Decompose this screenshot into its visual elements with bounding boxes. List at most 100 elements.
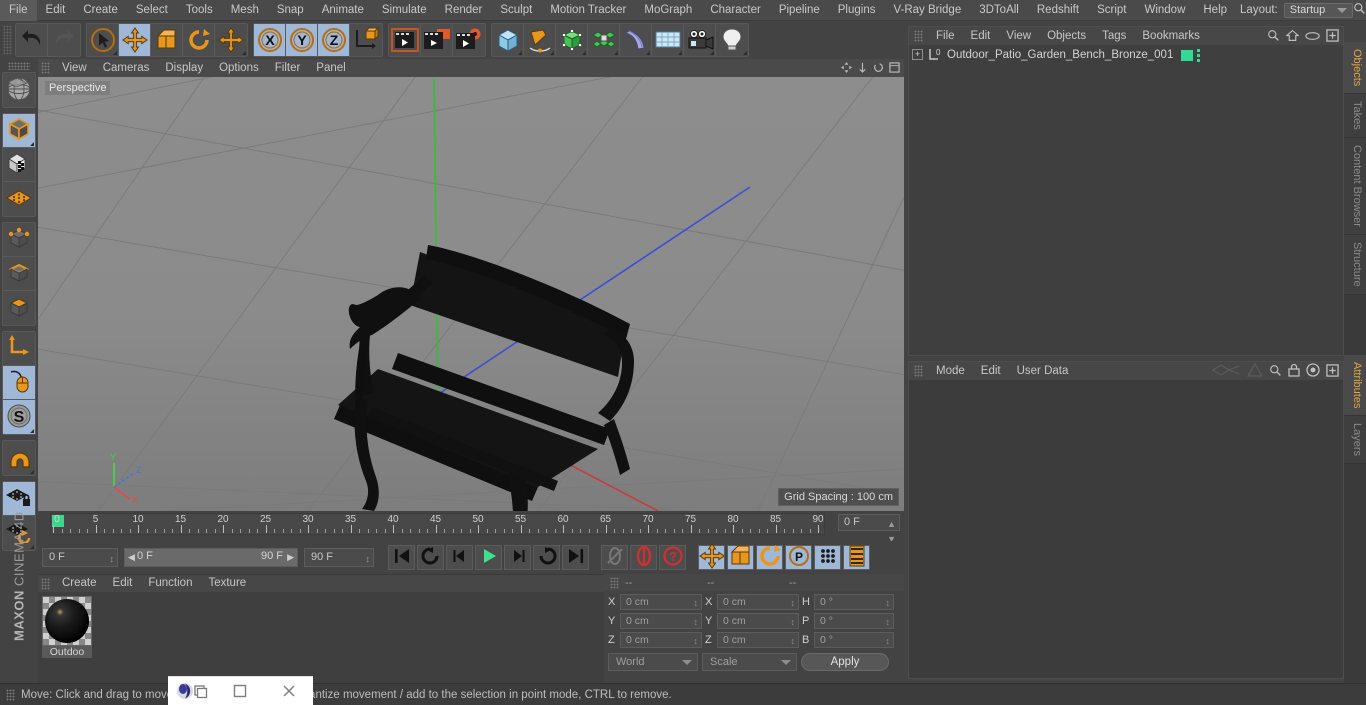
magnet-tool-button[interactable] <box>3 441 35 475</box>
move-tool[interactable] <box>119 24 151 56</box>
menu-item-mesh[interactable]: Mesh <box>222 0 268 21</box>
add-camera-button[interactable] <box>684 24 716 56</box>
object-menu-edit[interactable]: Edit <box>963 27 999 45</box>
material-menu-grip[interactable] <box>41 577 50 590</box>
menu-item-render[interactable]: Render <box>436 0 492 21</box>
play-button[interactable] <box>475 544 502 570</box>
material-list[interactable]: Outdoo <box>38 592 604 685</box>
material-thumbnail[interactable] <box>42 596 92 646</box>
add-light-button[interactable] <box>716 24 748 56</box>
object-menu-file[interactable]: File <box>928 27 963 45</box>
lock-z-axis-button[interactable]: Z <box>318 24 350 56</box>
object-tree[interactable]: + 0 Outdoor_Patio_Garden_Bench_Bronze_00… <box>909 45 1343 64</box>
stepper-icon[interactable]: ↕ <box>110 551 115 568</box>
menu-item-snap[interactable]: Snap <box>268 0 313 21</box>
expand-corner-icon[interactable] <box>646 51 650 55</box>
search-icon[interactable] <box>1353 2 1366 18</box>
tab-attributes[interactable]: Attributes <box>1344 354 1366 417</box>
viewport-menu-filter[interactable]: Filter <box>267 59 309 77</box>
eye-icon[interactable] <box>1305 31 1320 44</box>
coordinates-grip[interactable] <box>610 576 619 589</box>
viewport-menu-grip[interactable] <box>41 62 50 74</box>
target-icon[interactable] <box>1306 363 1320 380</box>
stepper-icon[interactable]: ↕ <box>694 596 699 610</box>
next-frame-button[interactable] <box>504 544 531 570</box>
expand-corner-icon[interactable] <box>550 51 554 55</box>
render-view-button[interactable] <box>389 24 421 56</box>
add-spline-button[interactable] <box>524 24 556 56</box>
menu-item-v-ray-bridge[interactable]: V-Ray Bridge <box>884 0 970 21</box>
material-tag-icon[interactable] <box>1181 50 1193 61</box>
object-axis-button[interactable] <box>3 332 35 366</box>
menu-item-create[interactable]: Create <box>74 0 127 21</box>
triangle-icon[interactable] <box>1246 362 1264 380</box>
key-parameter-button[interactable]: P <box>785 544 812 570</box>
tab-layers[interactable]: Layers <box>1344 416 1366 465</box>
expand-corner-icon[interactable] <box>614 51 618 55</box>
search-icon[interactable] <box>1267 29 1280 45</box>
plus-box-icon[interactable] <box>1326 363 1339 380</box>
stepper-icon[interactable]: ↕ <box>791 615 796 629</box>
stepper-icon[interactable]: ↕ <box>694 634 699 648</box>
previous-frame-button[interactable] <box>446 544 473 570</box>
auto-keyframing-button[interactable]: ? <box>659 544 686 570</box>
maximize-view-icon[interactable] <box>889 62 900 76</box>
object-menu-objects[interactable]: Objects <box>1039 27 1094 45</box>
material-menu-function[interactable]: Function <box>140 575 200 592</box>
live-selection-tool[interactable] <box>87 24 119 56</box>
points-mode-button[interactable] <box>3 223 35 257</box>
stepper-icon[interactable]: ↕ <box>791 596 796 610</box>
size-field[interactable]: 0 cm ↕ <box>717 632 799 648</box>
object-menu-tags[interactable]: Tags <box>1094 27 1134 45</box>
menu-item-mograph[interactable]: MoGraph <box>635 0 701 21</box>
tab-objects[interactable]: Objects <box>1344 42 1366 95</box>
rotation-field[interactable]: 0 ° ↕ <box>814 613 894 629</box>
status-bar-grip[interactable] <box>6 688 15 701</box>
stepper-icon[interactable]: ↕ <box>886 615 891 629</box>
coordinate-system-select[interactable]: World <box>608 653 698 671</box>
expand-corner-icon[interactable] <box>30 429 34 433</box>
menu-item-simulate[interactable]: Simulate <box>373 0 436 21</box>
rotate-tool[interactable] <box>183 24 215 56</box>
menu-item-edit[interactable]: Edit <box>37 0 75 21</box>
undo-button[interactable] <box>16 24 48 56</box>
add-scene-environment-button[interactable] <box>652 24 684 56</box>
material-menu-texture[interactable]: Texture <box>200 575 254 592</box>
attribute-manager-grip[interactable] <box>914 365 923 377</box>
material-menu-edit[interactable]: Edit <box>105 575 141 592</box>
layout-select[interactable]: Startup <box>1283 2 1353 18</box>
position-field[interactable]: 0 cm ↕ <box>620 613 702 629</box>
size-field[interactable]: 0 cm ↕ <box>717 594 799 610</box>
object-tree-row[interactable]: + 0 Outdoor_Patio_Garden_Bench_Bronze_00… <box>909 45 1343 64</box>
visibility-dots-icon[interactable] <box>1197 49 1200 62</box>
menu-item-redshift[interactable]: Redshift <box>1028 0 1088 21</box>
menu-item-plugins[interactable]: Plugins <box>829 0 885 21</box>
rotate-view-icon[interactable] <box>873 62 884 76</box>
start-frame-field[interactable]: 0 F ↕ <box>42 547 118 568</box>
perspective-viewport[interactable]: Perspective Grid Spacing : 100 cm Y X Z <box>38 77 904 511</box>
stepper-icon[interactable]: ↕ <box>791 634 796 648</box>
stepper-icon[interactable]: ↕ <box>886 634 891 648</box>
end-frame-field[interactable]: 90 F ↕ <box>304 547 374 567</box>
expand-corner-icon[interactable] <box>743 51 747 55</box>
preview-range-bar[interactable]: ◀ 0 F 90 F ▶ <box>124 547 298 567</box>
tab-structure[interactable]: Structure <box>1344 234 1366 295</box>
transform-tool[interactable] <box>215 24 247 56</box>
object-menu-bookmarks[interactable]: Bookmarks <box>1134 27 1208 45</box>
plus-box-icon[interactable] <box>1326 29 1339 45</box>
range-right-arrow-icon[interactable]: ▶ <box>287 552 294 563</box>
menu-item-character[interactable]: Character <box>701 0 770 21</box>
menu-item-tools[interactable]: Tools <box>177 0 222 21</box>
attribute-menu-edit[interactable]: Edit <box>973 362 1009 380</box>
menu-item-window[interactable]: Window <box>1135 0 1194 21</box>
search-icon[interactable] <box>1269 364 1282 380</box>
material-item[interactable]: Outdoo <box>42 596 92 658</box>
tab-takes[interactable]: Takes <box>1344 94 1366 139</box>
stepper-icon[interactable]: ↕ <box>886 596 891 610</box>
add-cube-button[interactable] <box>492 24 524 56</box>
rotation-field[interactable]: 0 ° ↕ <box>814 594 894 610</box>
play-backwards-loop-button[interactable] <box>417 544 444 570</box>
menu-item-select[interactable]: Select <box>127 0 177 21</box>
menu-item-3dtoall[interactable]: 3DToAll <box>970 0 1028 21</box>
menu-item-motion-tracker[interactable]: Motion Tracker <box>541 0 635 21</box>
